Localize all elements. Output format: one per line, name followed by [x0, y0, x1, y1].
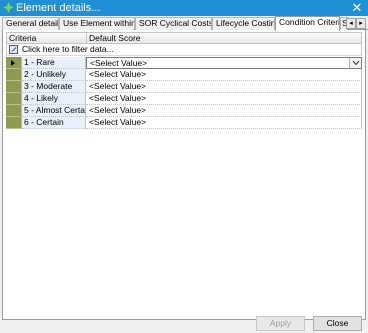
default-score-value: <Select Value>	[90, 58, 148, 68]
default-score-cell[interactable]: <Select Value>	[86, 81, 362, 93]
apply-button[interactable]: Apply	[256, 316, 305, 331]
tab-sor-cyclical-costs[interactable]: SOR Cyclical Costs	[135, 17, 212, 30]
title-bar: Element details... ✕	[0, 0, 368, 16]
criteria-cell[interactable]: 4 - Likely	[22, 93, 86, 105]
row-indicator[interactable]	[6, 57, 22, 69]
table-row[interactable]: 3 - Moderate <Select Value>	[6, 81, 362, 93]
table-row[interactable]: 5 - Almost Certain <Select Value>	[6, 105, 362, 117]
tab-scroll-right-icon[interactable]: ▸	[356, 18, 366, 29]
column-header-criteria[interactable]: Criteria	[7, 33, 87, 44]
filter-row[interactable]: Click here to filter data...	[6, 44, 362, 56]
table-row[interactable]: 4 - Likely <Select Value>	[6, 93, 362, 105]
tab-use-element-within[interactable]: Use Element within ..	[59, 17, 135, 30]
row-indicator[interactable]	[6, 69, 22, 81]
filter-icon[interactable]	[9, 45, 18, 54]
column-header-default-score[interactable]: Default Score	[87, 33, 361, 44]
row-indicator[interactable]	[6, 105, 22, 117]
tab-strip: General details Use Element within .. SO…	[2, 16, 368, 31]
tab-general-details[interactable]: General details	[2, 17, 59, 30]
element-icon	[3, 2, 14, 13]
tab-lifecycle-costing[interactable]: Lifecycle Costing	[212, 17, 275, 30]
close-button[interactable]: Close	[313, 316, 362, 331]
filter-prompt[interactable]: Click here to filter data...	[22, 44, 114, 55]
window-title: Element details...	[16, 2, 101, 14]
default-score-cell[interactable]: <Select Value>	[86, 57, 362, 69]
tab-scroll-left-icon[interactable]: ◂	[346, 18, 356, 29]
current-row-arrow-icon	[11, 60, 15, 66]
row-indicator[interactable]	[6, 81, 22, 93]
criteria-cell[interactable]: 2 - Unlikely	[22, 69, 86, 81]
default-score-cell[interactable]: <Select Value>	[86, 93, 362, 105]
close-icon[interactable]: ✕	[346, 0, 368, 16]
table-row[interactable]: 2 - Unlikely <Select Value>	[6, 69, 362, 81]
default-score-cell[interactable]: <Select Value>	[86, 117, 362, 129]
chevron-down-icon[interactable]	[349, 58, 361, 68]
condition-criteria-panel: Criteria Default Score Click here to fil…	[2, 30, 366, 320]
criteria-cell[interactable]: 5 - Almost Certain	[22, 105, 86, 117]
criteria-cell[interactable]: 3 - Moderate	[22, 81, 86, 93]
default-score-cell[interactable]: <Select Value>	[86, 105, 362, 117]
default-score-cell[interactable]: <Select Value>	[86, 69, 362, 81]
grid-header: Criteria Default Score	[6, 32, 362, 44]
tab-condition-criteria[interactable]: Condition Criteria	[275, 16, 340, 31]
criteria-cell[interactable]: 1 - Rare	[22, 57, 86, 69]
criteria-cell[interactable]: 6 - Certain	[22, 117, 86, 129]
row-indicator[interactable]	[6, 93, 22, 105]
dialog-body: General details Use Element within .. SO…	[0, 16, 368, 333]
row-indicator[interactable]	[6, 117, 22, 129]
table-row[interactable]: 6 - Certain <Select Value>	[6, 117, 362, 129]
table-row[interactable]: 1 - Rare <Select Value>	[6, 57, 362, 69]
